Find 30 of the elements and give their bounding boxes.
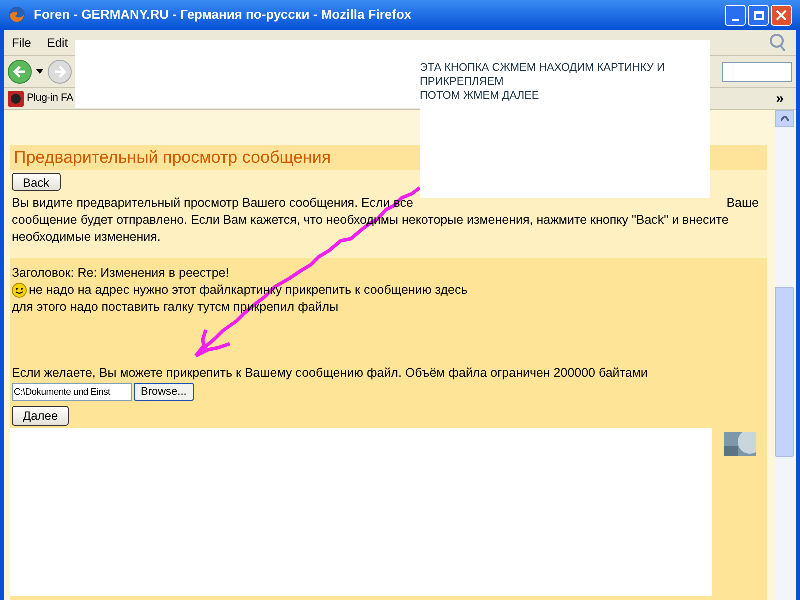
url-field[interactable] [722,62,792,82]
close-icon [776,10,787,20]
window-title: Foren - GERMANY.RU - Германия по-русски - Mozilla Firefox [34,6,413,24]
note-text: ПОТОМ ЖМЕМ ДАЛЕЕ [420,89,540,103]
back-nav-button[interactable] [8,60,32,84]
smiley-icon [12,283,27,298]
bookmark-item[interactable]: Plug-in FA [27,90,74,106]
caret-icon[interactable] [36,69,44,74]
menu-item[interactable]: File [12,34,32,52]
preview-heading: Предварительный просмотр сообщения [14,146,332,169]
subject-text: Заголовок: Re: Изменения в реестре! [12,265,230,282]
chevron-up-icon [780,116,788,121]
close-button[interactable] [771,4,792,26]
minimize-button[interactable] [725,4,746,26]
firefox-icon [8,6,26,24]
back-button[interactable]: Back [12,173,61,191]
next-button[interactable]: Далее [12,406,70,426]
plugin-icon [8,90,24,106]
more-bookmarks-button[interactable]: » [776,88,792,109]
file-field[interactable]: C:\Dokumente und Einst [12,383,132,401]
arrow-right-icon [53,64,67,78]
scroll-up-button[interactable] [775,110,794,127]
intro-text: Ваше [726,195,760,212]
note-text: ЭТА КНОПКА СЖМЕМ НАХОДИМ КАРТИНКУ И ПРИКРЕПЛЯЕМ [420,61,666,89]
arrow-left-icon [13,64,27,78]
scrollbar[interactable] [775,110,794,600]
menu-item[interactable]: Edit [47,34,68,52]
browse-button[interactable]: Browse... [134,383,194,401]
maximize-button[interactable] [748,4,769,26]
attach-text: Если желаете, Вы можете прикрепить к Вашему сообщению файл. Объём файла ограничен 200000 байтами [12,365,649,382]
